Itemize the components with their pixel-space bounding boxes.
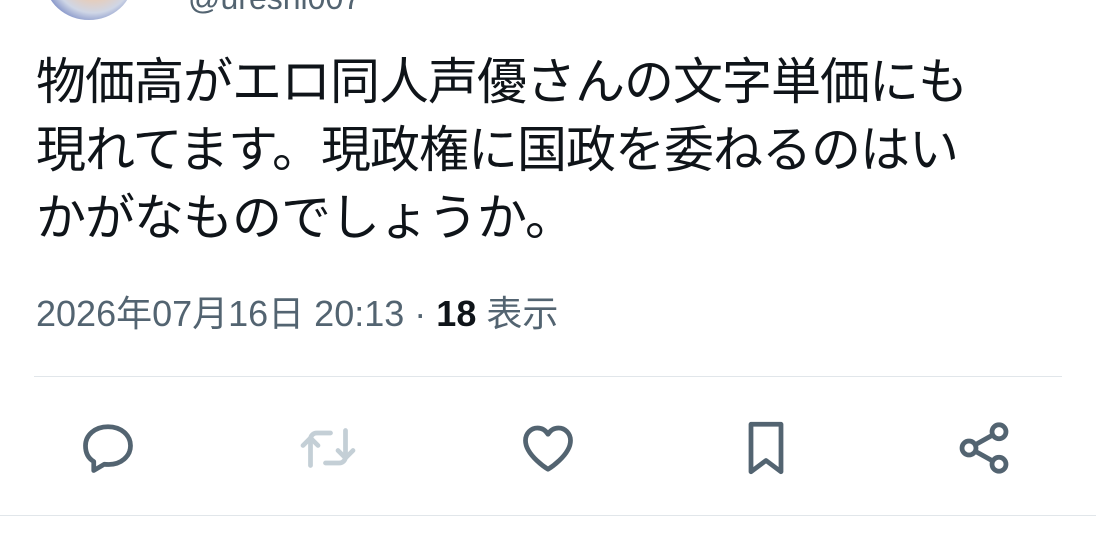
- reply-button[interactable]: [70, 410, 146, 486]
- meta-separator: ·: [414, 293, 427, 334]
- view-count: 18: [436, 293, 477, 334]
- share-icon: [959, 422, 1009, 474]
- reply-icon: [83, 424, 133, 473]
- tweet-datetime[interactable]: 2026年07月16日 20:13: [36, 293, 404, 334]
- action-bar: [0, 410, 1096, 486]
- bookmark-icon: [748, 421, 784, 475]
- divider-bottom: [0, 515, 1096, 516]
- divider-top: [34, 376, 1062, 377]
- author-handle[interactable]: @ureshi007: [188, 0, 361, 17]
- retweet-icon: [300, 428, 356, 468]
- bookmark-button[interactable]: [728, 410, 804, 486]
- tweet-text: 物価高がエロ同人声優さんの文字単価にも 現れてます。現政権に国政を委ねるのはい …: [36, 53, 968, 247]
- retweet-button[interactable]: [290, 410, 366, 486]
- view-label: 表示: [486, 293, 559, 334]
- avatar[interactable]: [45, 0, 133, 20]
- share-button[interactable]: [946, 410, 1022, 486]
- like-button[interactable]: [510, 410, 586, 486]
- heart-icon: [523, 425, 573, 472]
- tweet-meta: 2026年07月16日 20:13 · 18 表示: [36, 292, 558, 336]
